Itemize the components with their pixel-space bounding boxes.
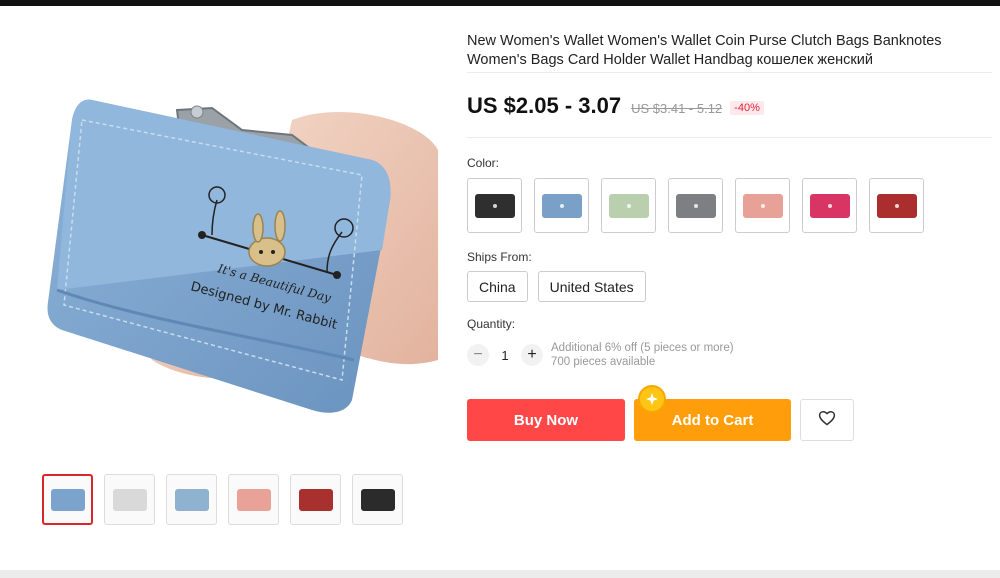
ships-from-label: Ships From: bbox=[467, 250, 532, 264]
thumbnail-4-image bbox=[298, 488, 333, 511]
product-info-panel: New Women's Wallet Women's Wallet Coin P… bbox=[467, 32, 992, 441]
thumbnail-2[interactable] bbox=[166, 474, 217, 525]
color-pink-image bbox=[742, 193, 783, 218]
add-to-cart-button[interactable]: Add to Cart bbox=[634, 385, 791, 441]
color-options bbox=[467, 178, 992, 233]
color-option-rose[interactable] bbox=[802, 178, 857, 233]
bulk-discount-note: Additional 6% off (5 pieces or more) bbox=[551, 342, 734, 354]
heart-icon bbox=[818, 410, 836, 431]
thumbnail-0[interactable] bbox=[42, 474, 93, 525]
bottom-strip bbox=[0, 570, 1000, 578]
thumbnail-strip bbox=[42, 474, 403, 525]
quantity-stepper: − 1 + Additional 6% off (5 pieces or mor… bbox=[467, 341, 992, 369]
discount-badge: -40% bbox=[730, 101, 764, 115]
thumbnail-3[interactable] bbox=[228, 474, 279, 525]
coin-icon bbox=[638, 385, 666, 413]
color-option-pink[interactable] bbox=[735, 178, 790, 233]
ships-from-china[interactable]: China bbox=[467, 271, 528, 302]
price-row: US $2.05 - 3.07 US $3.41 - 5.12 -40% bbox=[467, 93, 992, 129]
buy-now-button[interactable]: Buy Now bbox=[467, 399, 625, 441]
thumbnail-4[interactable] bbox=[290, 474, 341, 525]
main-product-image[interactable]: It's a Beautiful Day Designed by Mr. Rab… bbox=[42, 40, 438, 440]
quantity-label: Quantity: bbox=[467, 317, 516, 331]
divider bbox=[467, 137, 992, 138]
add-to-cart-label: Add to Cart bbox=[671, 411, 754, 429]
color-option-blue[interactable] bbox=[534, 178, 589, 233]
thumbnail-1-image bbox=[112, 488, 147, 511]
thumbnail-1[interactable] bbox=[104, 474, 155, 525]
wishlist-button[interactable] bbox=[800, 399, 854, 441]
color-black-image bbox=[474, 193, 515, 218]
color-rose-image bbox=[809, 193, 850, 218]
original-price: US $3.41 - 5.12 bbox=[631, 101, 723, 116]
quantity-note: Additional 6% off (5 pieces or more) 700… bbox=[551, 341, 734, 369]
stock-available-note: 700 pieces available bbox=[551, 356, 656, 368]
top-bar bbox=[0, 0, 1000, 6]
thumbnail-2-image bbox=[174, 488, 209, 511]
color-label: Color: bbox=[467, 156, 500, 170]
thumbnail-0-image bbox=[50, 488, 85, 511]
divider bbox=[467, 72, 992, 73]
color-green-image bbox=[608, 193, 649, 218]
wallet-illustration: It's a Beautiful Day Designed by Mr. Rab… bbox=[47, 99, 438, 413]
quantity-increase-button[interactable]: + bbox=[521, 344, 543, 366]
color-option-gray[interactable] bbox=[668, 178, 723, 233]
color-option-green[interactable] bbox=[601, 178, 656, 233]
color-option-black[interactable] bbox=[467, 178, 522, 233]
color-red-image bbox=[876, 193, 917, 218]
thumbnail-5-image bbox=[360, 488, 395, 511]
color-option-red[interactable] bbox=[869, 178, 924, 233]
color-blue-image bbox=[541, 193, 582, 218]
thumbnail-5[interactable] bbox=[352, 474, 403, 525]
ships-from-united-states[interactable]: United States bbox=[537, 271, 646, 302]
product-price: US $2.05 - 3.07 bbox=[467, 93, 622, 118]
product-title: New Women's Wallet Women's Wallet Coin P… bbox=[467, 33, 942, 68]
quantity-decrease-button[interactable]: − bbox=[467, 344, 489, 366]
color-gray-image bbox=[675, 193, 716, 218]
action-buttons: Buy Now Add to Cart bbox=[467, 385, 992, 441]
ships-from-options: China United States bbox=[467, 271, 992, 302]
quantity-value[interactable]: 1 bbox=[489, 348, 521, 363]
thumbnail-3-image bbox=[236, 488, 271, 511]
